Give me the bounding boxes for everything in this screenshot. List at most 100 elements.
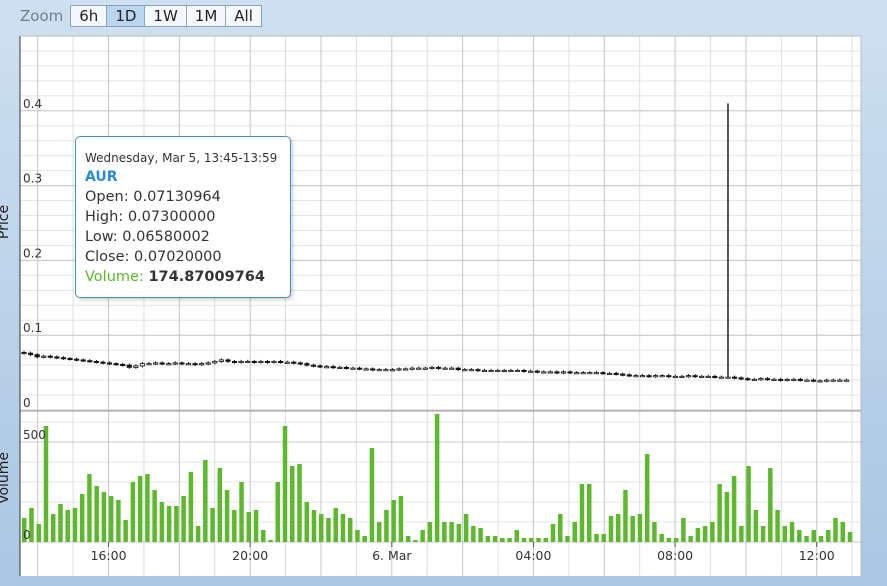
candle-body	[356, 367, 363, 370]
candle-body	[238, 360, 244, 363]
candle-body	[455, 367, 461, 371]
candle-body	[172, 362, 178, 365]
volume-bar	[87, 474, 92, 542]
x-tick-label: 12:00	[799, 548, 835, 563]
candle-body	[528, 370, 534, 373]
candle-body	[80, 359, 86, 362]
volume-bar	[804, 536, 809, 542]
candle-body	[574, 372, 580, 375]
candle-body	[764, 378, 771, 381]
candle-body	[534, 370, 540, 373]
volume-bar	[731, 476, 737, 542]
candle-body	[449, 367, 455, 370]
volume-bar	[376, 522, 382, 542]
volume-bar	[326, 518, 331, 542]
volume-bar	[753, 510, 759, 542]
volume-bar	[232, 510, 237, 542]
volume-bar	[290, 466, 295, 542]
candle-body	[791, 378, 797, 381]
volume-bar	[36, 524, 41, 542]
volume-bar	[398, 496, 404, 542]
candle-body	[67, 357, 73, 360]
volume-bar	[768, 468, 773, 542]
volume-bar	[456, 524, 462, 542]
volume-bar	[500, 538, 505, 542]
volume-bar	[695, 528, 701, 542]
volume-bar	[79, 494, 85, 542]
volume-bar	[485, 536, 491, 542]
tooltip-symbol: AUR	[85, 169, 118, 185]
candle-body	[837, 379, 843, 382]
volume-bar	[565, 536, 570, 542]
candle-body	[212, 360, 218, 364]
candle-body	[100, 361, 106, 364]
candle-body	[218, 359, 224, 362]
candle-body	[152, 362, 159, 365]
candle-body	[113, 363, 119, 366]
volume-bar	[543, 538, 549, 542]
candle-body	[771, 378, 777, 381]
volume-tick-label: 0	[23, 528, 31, 542]
candle-body	[370, 368, 376, 371]
candle-body	[403, 368, 409, 371]
candle-body	[363, 368, 369, 371]
candle-body	[639, 375, 646, 378]
volume-bar	[666, 538, 672, 542]
volume-bar	[782, 526, 788, 542]
candle-body	[389, 369, 396, 372]
candle-body	[159, 362, 165, 365]
volume-bar	[268, 540, 273, 542]
candle-body	[738, 377, 744, 380]
candle-body	[633, 375, 639, 378]
candle-body	[106, 362, 113, 365]
candle-body	[324, 366, 330, 369]
volume-bar	[514, 530, 520, 542]
candle-body	[587, 372, 593, 375]
volume-bar	[760, 526, 766, 542]
candle-body	[580, 372, 586, 375]
volume-bar	[253, 510, 259, 542]
volume-bar	[717, 484, 722, 542]
volume-bar	[615, 514, 621, 542]
candle-body	[751, 378, 757, 381]
candle-body	[166, 363, 172, 366]
volume-bar	[340, 514, 346, 542]
volume-bar	[391, 500, 396, 542]
volume-bar	[304, 502, 309, 542]
candle-body	[830, 379, 836, 382]
candle-body	[731, 376, 738, 379]
volume-bar	[43, 426, 49, 542]
candle-body	[797, 378, 803, 381]
tooltip-volume: Volume: 174.87009764	[85, 269, 265, 285]
candle-body	[120, 363, 126, 366]
volume-bar	[681, 518, 686, 542]
candle-body	[429, 366, 435, 369]
volume-bar	[471, 526, 476, 542]
price-tick-label: 0.3	[23, 172, 42, 186]
candle-body	[60, 357, 67, 360]
candle-body	[481, 369, 488, 372]
candle-body	[416, 367, 422, 370]
candle-body	[593, 372, 600, 375]
volume-bar	[101, 492, 107, 542]
volume-bar	[355, 530, 360, 542]
candle-body	[376, 369, 382, 372]
candle-body	[34, 354, 40, 358]
candle-body	[567, 371, 573, 374]
candle-body	[745, 378, 751, 381]
ohlc-tooltip: Wednesday, Mar 5, 13:45-13:59 AUR Open: …	[75, 136, 291, 298]
volume-bar	[529, 538, 534, 542]
candle-body	[488, 369, 494, 372]
candle-body	[284, 361, 290, 364]
candle-body	[291, 361, 297, 364]
tooltip-high: High: 0.07300000	[85, 209, 216, 225]
candle-body	[462, 369, 468, 372]
volume-bar	[311, 510, 317, 542]
price-tick-label: 0.2	[23, 246, 42, 260]
volume-tick-label: 500	[23, 428, 46, 442]
volume-bar	[673, 538, 679, 542]
candle-body	[804, 379, 810, 382]
x-tick-label: 20:00	[232, 548, 268, 563]
price-axis-title: Price	[0, 205, 12, 239]
candle-body	[74, 358, 80, 361]
